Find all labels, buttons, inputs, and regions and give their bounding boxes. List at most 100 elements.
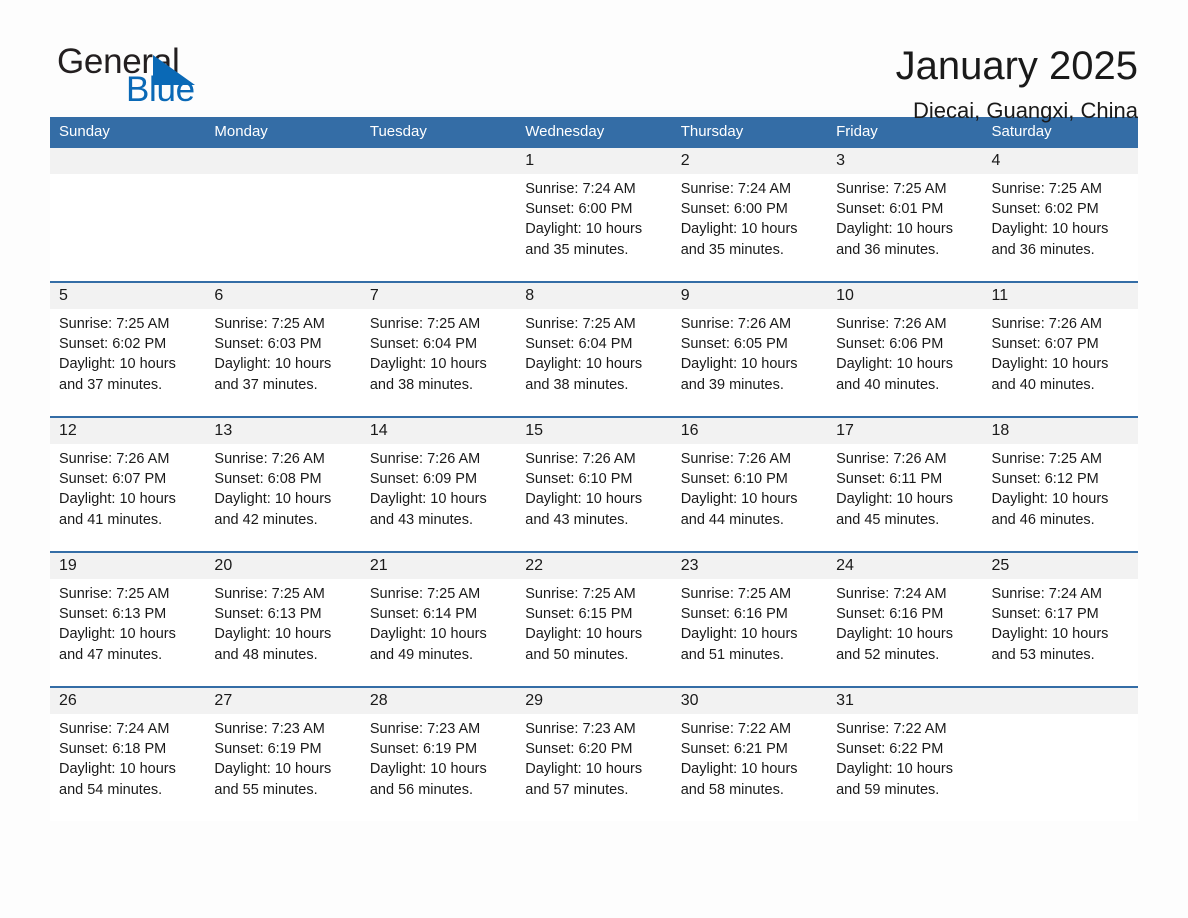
day-daylight-text: and 36 minutes. [991,241,1095,258]
day-sunset-text: Sunset: 6:06 PM [836,336,944,353]
day-cell[interactable]: 19 Sunrise: 7:25 AM Sunset: 6:13 PM Dayligh… [50,553,206,686]
day-sunrise-text: Sunrise: 7:26 AM [836,316,947,332]
day-cell[interactable]: 7 Sunrise: 7:25 AM Sunset: 6:04 PM Daylight… [360,283,517,416]
day-details: Sunrise: 7:26 AM Sunset: 6:07 PM Daylight:… [50,444,205,530]
day-cell-empty [982,688,1138,821]
day-daylight-text: and 35 minutes. [680,241,784,258]
day-cell[interactable]: 3 Sunrise: 7:25 AM Sunset: 6:01 PM Daylight… [827,148,983,281]
day-daylight-text: Daylight: 10 hours [525,626,643,643]
day-details: Sunrise: 7:25 AM Sunset: 6:02 PM Daylight:… [50,309,205,395]
day-daylight-text: and 52 minutes. [836,646,940,663]
day-sunset-text: Sunset: 6:04 PM [369,336,478,353]
day-cell[interactable]: 29 Sunrise: 7:23 AM Sunset: 6:20 PM Dayligh… [516,688,672,821]
day-sunset-text: Sunset: 6:19 PM [214,741,322,758]
day-daylight-text: Daylight: 10 hours [525,356,643,373]
day-sunrise-text: Sunrise: 7:24 AM [836,586,947,602]
day-cell[interactable]: 17 Sunrise: 7:26 AM Sunset: 6:11 PM Dayligh… [827,418,983,551]
day-cell[interactable]: 30 Sunrise: 7:22 AM Sunset: 6:21 PM Dayligh… [671,688,828,821]
day-cell[interactable]: 11 Sunrise: 7:26 AM Sunset: 6:07 PM Dayligh… [982,283,1138,416]
day-number: 16 [671,418,828,444]
day-cell[interactable]: 16 Sunrise: 7:26 AM Sunset: 6:10 PM Dayligh… [671,418,828,551]
day-details: Sunrise: 7:25 AM Sunset: 6:13 PM Daylight:… [50,579,205,665]
day-daylight-text: Daylight: 10 hours [836,626,953,643]
day-cell[interactable]: 6 Sunrise: 7:25 AM Sunset: 6:03 PM Daylight… [205,283,361,416]
day-daylight-text: and 37 minutes. [214,376,318,393]
day-daylight-text: Daylight: 10 hours [59,761,176,778]
day-cell[interactable]: 23 Sunrise: 7:25 AM Sunset: 6:16 PM Dayligh… [671,553,828,686]
page-header: General Blue January 2025 Diecai, Guangx… [50,0,1138,123]
day-daylight-text: and 38 minutes. [369,376,474,393]
day-sunset-text: Sunset: 6:16 PM [680,606,788,623]
day-cell[interactable]: 25 Sunrise: 7:24 AM Sunset: 6:17 PM Dayligh… [982,553,1138,686]
day-sunrise-text: Sunrise: 7:25 AM [59,316,170,332]
day-number: 18 [982,418,1138,444]
weekday-sunday: Sunday [59,123,110,140]
day-cell[interactable]: 9 Sunrise: 7:26 AM Sunset: 6:05 PM Daylight… [671,283,828,416]
day-number: 31 [827,688,983,714]
day-daylight-text: Daylight: 10 hours [680,761,798,778]
day-details: Sunrise: 7:24 AM Sunset: 6:00 PM Daylight:… [516,174,671,260]
day-cell[interactable]: 26 Sunrise: 7:24 AM Sunset: 6:18 PM Dayligh… [50,688,206,821]
day-cell[interactable]: 20 Sunrise: 7:25 AM Sunset: 6:13 PM Dayligh… [205,553,361,686]
day-cell[interactable]: 21 Sunrise: 7:25 AM Sunset: 6:14 PM Dayligh… [360,553,517,686]
day-number: 26 [50,688,206,714]
day-sunrise-text: Sunrise: 7:26 AM [59,451,170,467]
day-cell[interactable]: 5 Sunrise: 7:25 AM Sunset: 6:02 PM Daylight… [50,283,206,416]
day-daylight-text: Daylight: 10 hours [836,761,953,778]
day-daylight-text: Daylight: 10 hours [525,221,643,238]
day-daylight-text: and 50 minutes. [525,646,629,663]
day-sunrise-text: Sunrise: 7:23 AM [369,721,481,737]
day-number: 28 [360,688,517,714]
day-number: 30 [671,688,828,714]
day-number: 13 [205,418,361,444]
day-cell[interactable]: 22 Sunrise: 7:25 AM Sunset: 6:15 PM Dayligh… [516,553,672,686]
day-cell[interactable]: 10 Sunrise: 7:26 AM Sunset: 6:06 PM Dayligh… [827,283,983,416]
day-daylight-text: Daylight: 10 hours [680,221,798,238]
day-sunrise-text: Sunrise: 7:25 AM [369,586,481,602]
day-sunrise-text: Sunrise: 7:26 AM [680,316,792,332]
day-daylight-text: Daylight: 10 hours [836,221,953,238]
day-cell[interactable]: 24 Sunrise: 7:24 AM Sunset: 6:16 PM Dayligh… [827,553,983,686]
day-sunset-text: Sunset: 6:05 PM [680,336,788,353]
day-cell[interactable]: 15 Sunrise: 7:26 AM Sunset: 6:10 PM Dayligh… [516,418,672,551]
day-cell[interactable]: 18 Sunrise: 7:25 AM Sunset: 6:12 PM Dayligh… [982,418,1138,551]
day-sunset-text: Sunset: 6:00 PM [680,201,788,218]
day-sunrise-text: Sunrise: 7:22 AM [836,721,947,737]
day-cell[interactable]: 12 Sunrise: 7:26 AM Sunset: 6:07 PM Dayligh… [50,418,206,551]
day-details: Sunrise: 7:23 AM Sunset: 6:19 PM Daylight:… [205,714,360,800]
day-sunset-text: Sunset: 6:01 PM [836,201,944,218]
day-sunrise-text: Sunrise: 7:25 AM [525,586,636,602]
day-cell[interactable]: 31 Sunrise: 7:22 AM Sunset: 6:22 PM Dayligh… [827,688,983,821]
day-sunrise-text: Sunrise: 7:24 AM [991,586,1102,602]
day-cell[interactable]: 27 Sunrise: 7:23 AM Sunset: 6:19 PM Dayligh… [205,688,361,821]
day-daylight-text: and 57 minutes. [525,781,629,798]
day-cell[interactable]: 1 Sunrise: 7:24 AM Sunset: 6:00 PM Daylight… [516,148,672,281]
calendar-week-row: 26 Sunrise: 7:24 AM Sunset: 6:18 PM Dayligh… [50,686,1138,821]
day-sunrise-text: Sunrise: 7:26 AM [991,316,1102,332]
calendar-week-row: 12 Sunrise: 7:26 AM Sunset: 6:07 PM Dayligh… [50,416,1138,551]
day-cell[interactable]: 4 Sunrise: 7:25 AM Sunset: 6:02 PM Daylight… [982,148,1138,281]
generalblue-logo[interactable]: General Blue [50,42,240,114]
day-sunset-text: Sunset: 6:07 PM [991,336,1099,353]
day-number: 24 [827,553,983,579]
day-cell[interactable]: 8 Sunrise: 7:25 AM Sunset: 6:04 PM Daylight… [516,283,672,416]
day-number: 11 [982,283,1138,309]
day-number: 21 [360,553,517,579]
day-cell[interactable]: 28 Sunrise: 7:23 AM Sunset: 6:19 PM Dayligh… [360,688,517,821]
day-daylight-text: Daylight: 10 hours [836,356,953,373]
day-cell[interactable]: 14 Sunrise: 7:26 AM Sunset: 6:09 PM Dayligh… [360,418,517,551]
day-cell[interactable]: 13 Sunrise: 7:26 AM Sunset: 6:08 PM Dayligh… [205,418,361,551]
day-sunset-text: Sunset: 6:11 PM [836,471,943,488]
day-details: Sunrise: 7:23 AM Sunset: 6:19 PM Daylight:… [361,714,516,800]
day-daylight-text: Daylight: 10 hours [369,491,487,508]
day-sunrise-text: Sunrise: 7:25 AM [991,181,1102,197]
day-details: Sunrise: 7:26 AM Sunset: 6:07 PM Daylight:… [983,309,1138,395]
title-block: January 2025 Diecai, Guangxi, China [896,42,1138,126]
day-daylight-text: Daylight: 10 hours [369,761,487,778]
day-daylight-text: and 44 minutes. [680,511,784,528]
day-sunset-text: Sunset: 6:22 PM [836,741,944,758]
day-cell[interactable]: 2 Sunrise: 7:24 AM Sunset: 6:00 PM Daylight… [671,148,828,281]
calendar-weeks: 1 Sunrise: 7:24 AM Sunset: 6:00 PM Daylight… [50,146,1138,821]
day-daylight-text: Daylight: 10 hours [525,491,643,508]
day-daylight-text: Daylight: 10 hours [836,491,953,508]
